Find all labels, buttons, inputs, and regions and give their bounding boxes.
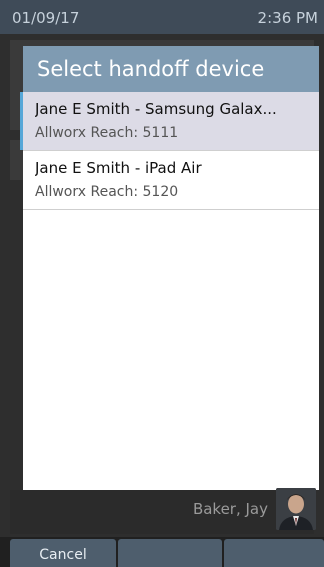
device-extension: Allworx Reach: 5111	[35, 125, 179, 141]
softkey-2[interactable]	[118, 539, 222, 567]
status-bar: 01/09/17 2:36 PM	[0, 0, 324, 34]
status-time: 2:36 PM	[257, 9, 318, 27]
status-date: 01/09/17	[12, 9, 80, 27]
background-contact-row	[10, 490, 314, 534]
device-name: Jane E Smith - iPad Air	[35, 159, 202, 177]
device-name: Jane E Smith - Samsung Galax...	[35, 100, 277, 118]
softkey-3[interactable]	[224, 539, 324, 567]
device-list-item[interactable]: Jane E Smith - iPad Air Allworx Reach: 5…	[23, 151, 319, 210]
softkey-bar: Cancel	[0, 537, 324, 567]
device-list-item[interactable]: Jane E Smith - Samsung Galax... Allworx …	[20, 92, 319, 151]
contact-avatar	[276, 488, 316, 530]
dialog-title: Select handoff device	[23, 46, 319, 92]
cancel-button[interactable]: Cancel	[10, 539, 116, 567]
person-icon	[276, 488, 316, 530]
device-extension: Allworx Reach: 5120	[35, 184, 179, 200]
contact-name: Baker, Jay	[192, 500, 268, 518]
handoff-device-dialog: Select handoff device Jane E Smith - Sam…	[20, 46, 319, 490]
phone-screen: 01/09/17 2:36 PM Select handoff device J…	[0, 0, 324, 567]
